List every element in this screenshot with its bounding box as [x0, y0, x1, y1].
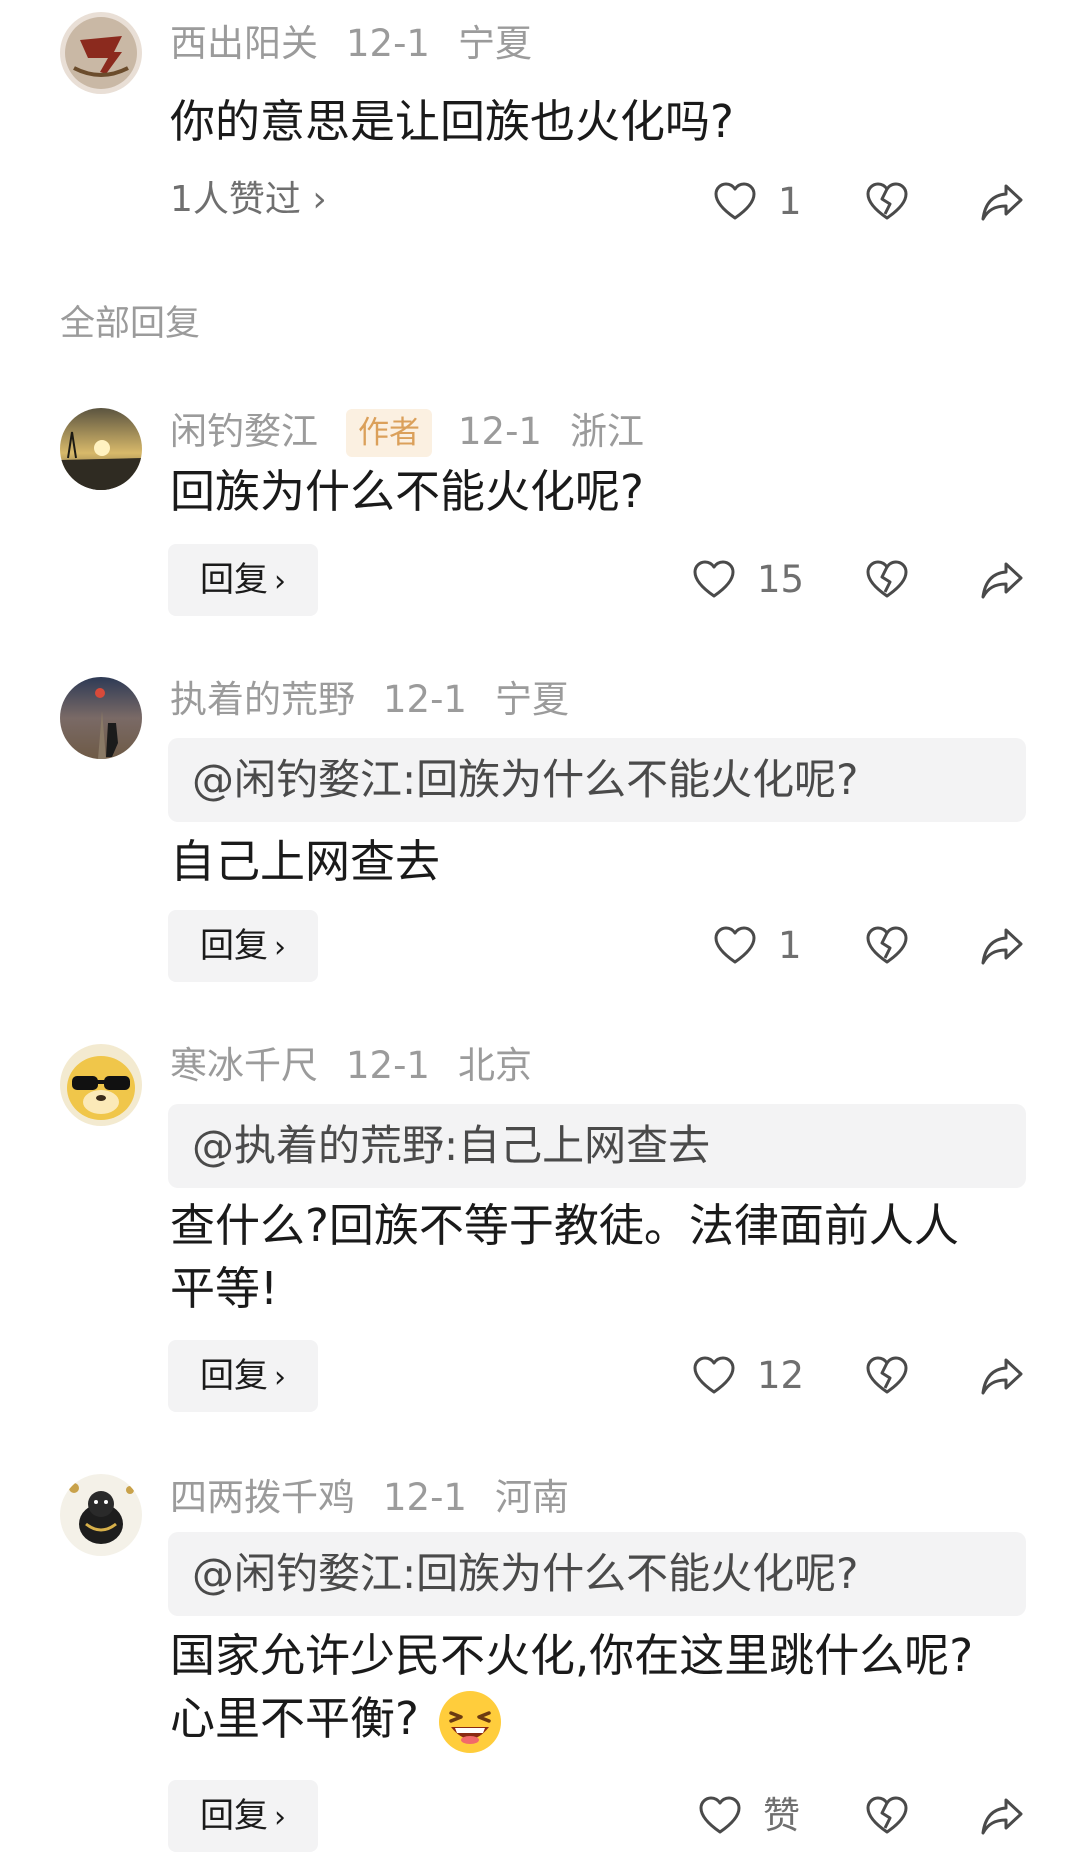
comment-date: 12-1	[346, 1044, 430, 1087]
reply-label: 回复	[200, 1356, 268, 1396]
share-arrow-icon[interactable]	[980, 1794, 1024, 1838]
broken-heart-icon[interactable]	[865, 180, 909, 224]
comment-date: 12-1	[383, 678, 467, 721]
share-arrow-icon[interactable]	[980, 558, 1024, 602]
section-title-all-replies: 全部回复	[60, 304, 201, 344]
username[interactable]: 西出阳关	[170, 22, 318, 65]
reply-button[interactable]: 回复 ›	[168, 544, 318, 616]
comment-location: 北京	[457, 1044, 532, 1087]
chevron-right-icon: ›	[274, 1360, 286, 1395]
comment-location: 宁夏	[494, 678, 569, 721]
avatar[interactable]	[60, 677, 142, 759]
avatar[interactable]	[60, 1044, 142, 1126]
reply-label: 回复	[200, 926, 268, 966]
comment-date: 12-1	[458, 409, 542, 453]
comment-meta: 西出阳关 12-1 宁夏	[170, 22, 560, 66]
like-count: 1	[778, 180, 802, 223]
chevron-right-icon: ›	[274, 930, 286, 965]
broken-heart-icon[interactable]	[865, 558, 909, 602]
like-count: 15	[757, 558, 805, 601]
author-badge: 作者	[346, 409, 432, 457]
grinning-squint-emoji	[437, 1689, 503, 1755]
comment-meta: 寒冰千尺 12-1 北京	[170, 1044, 560, 1088]
heart-outline-icon[interactable]	[692, 558, 736, 602]
comment-location: 河南	[494, 1476, 569, 1519]
username[interactable]: 执着的荒野	[170, 678, 355, 721]
comment-meta: 闲钓婺江 作者 12-1 浙江	[170, 409, 672, 457]
comment-text: 国家允许少民不火化,你在这里跳什么呢?心里不平衡?	[170, 1629, 974, 1745]
heart-outline-icon[interactable]	[713, 180, 757, 224]
share-arrow-icon[interactable]	[980, 180, 1024, 224]
broken-heart-icon[interactable]	[865, 1354, 909, 1398]
quoted-reply[interactable]: @闲钓婺江:回族为什么不能火化呢?	[168, 738, 1026, 822]
comment-text: 查什么?回族不等于教徒。法律面前人人平等!	[170, 1199, 959, 1315]
broken-heart-icon[interactable]	[865, 924, 909, 968]
comment-meta: 执着的荒野 12-1 宁夏	[170, 678, 597, 722]
quoted-reply[interactable]: @执着的荒野:自己上网查去	[168, 1104, 1026, 1188]
quoted-reply[interactable]: @闲钓婺江:回族为什么不能火化呢?	[168, 1532, 1026, 1616]
share-arrow-icon[interactable]	[980, 924, 1024, 968]
comment-date: 12-1	[383, 1476, 467, 1519]
like-count: 12	[757, 1354, 805, 1397]
comment-date: 12-1	[346, 22, 430, 65]
avatar[interactable]	[60, 408, 142, 490]
chevron-right-icon: ›	[274, 564, 286, 599]
broken-heart-icon[interactable]	[865, 1794, 909, 1838]
comment-location: 宁夏	[457, 22, 532, 65]
reply-button[interactable]: 回复 ›	[168, 1340, 318, 1412]
comment-location: 浙江	[569, 409, 644, 453]
username[interactable]: 闲钓婺江	[170, 410, 318, 453]
liked-by-link[interactable]: 1人赞过 ›	[170, 178, 327, 222]
like-count: 赞	[763, 1794, 800, 1837]
reply-button[interactable]: 回复 ›	[168, 1780, 318, 1852]
comment-text: 你的意思是让回族也火化吗?	[170, 95, 734, 148]
heart-outline-icon[interactable]	[692, 1354, 736, 1398]
reply-label: 回复	[200, 1796, 268, 1836]
share-arrow-icon[interactable]	[980, 1354, 1024, 1398]
reply-button[interactable]: 回复 ›	[168, 910, 318, 982]
avatar[interactable]	[60, 12, 142, 94]
heart-outline-icon[interactable]	[713, 924, 757, 968]
username[interactable]: 寒冰千尺	[170, 1044, 318, 1087]
comment-text-block: 国家允许少民不火化,你在这里跳什么呢?心里不平衡?	[170, 1624, 1000, 1755]
heart-outline-icon[interactable]	[698, 1794, 742, 1838]
comment-text: 自己上网查去	[170, 835, 441, 888]
username[interactable]: 四两拨千鸡	[170, 1476, 355, 1519]
comment-meta: 四两拨千鸡 12-1 河南	[170, 1476, 597, 1520]
chevron-right-icon: ›	[274, 1800, 286, 1835]
reply-label: 回复	[200, 560, 268, 600]
comment-text: 回族为什么不能火化呢?	[170, 465, 644, 518]
like-count: 1	[778, 924, 802, 967]
avatar[interactable]	[60, 1474, 142, 1556]
